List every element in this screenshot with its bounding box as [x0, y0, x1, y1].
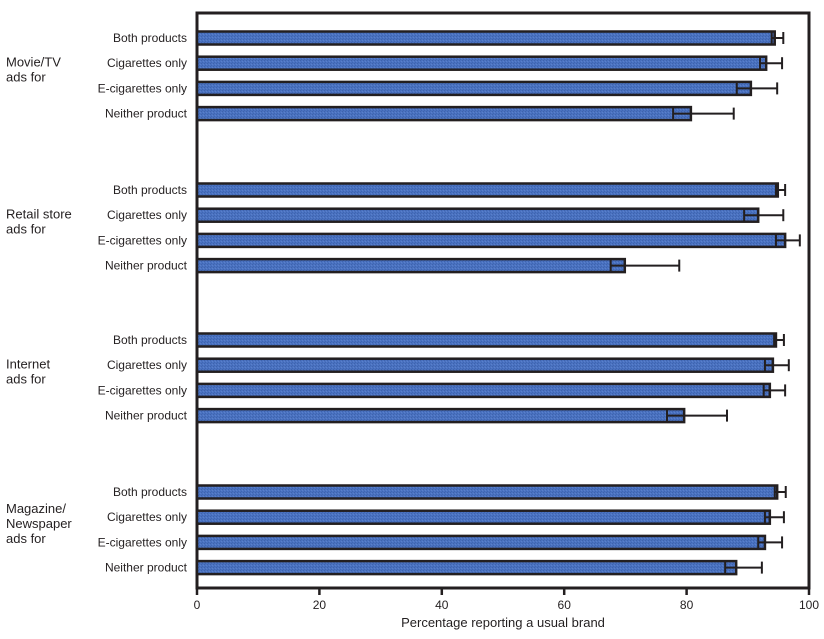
bar [195, 30, 776, 46]
bar-group [195, 30, 785, 122]
bar [195, 257, 627, 274]
category-label: Cigarettes only [107, 358, 187, 372]
group-label-line: ads for [6, 531, 46, 546]
bar [195, 55, 768, 71]
bar [195, 559, 738, 576]
plot-border [195, 11, 811, 590]
group-label: Retail store ads for [6, 206, 72, 236]
x-axis: 0 20 40 60 80 100 [194, 588, 819, 612]
x-tick-label: 20 [313, 598, 327, 612]
group-label-line: Retail store [6, 206, 72, 221]
group-label-line: Magazine/ [6, 501, 66, 516]
bar [195, 232, 787, 249]
bar [195, 182, 780, 198]
category-labels: Both products Cigarettes only E-cigarettes… [98, 31, 188, 575]
bar [195, 407, 686, 424]
bar-group [195, 182, 801, 274]
bar-group [195, 332, 790, 424]
x-tick-label: 80 [680, 598, 694, 612]
category-label: Both products [113, 31, 187, 45]
category-label: E-cigarettes only [98, 233, 187, 247]
category-label: Neither product [105, 259, 188, 273]
bar-group [195, 484, 787, 576]
x-tick-label: 0 [194, 598, 201, 612]
group-label-line: ads for [6, 221, 46, 236]
bar-chart: Both products Cigarettes only E-cigarettes… [6, 11, 819, 630]
x-tick-label: 40 [435, 598, 449, 612]
plot-frame [195, 11, 811, 590]
bar [195, 332, 778, 348]
group-label-line: Movie/TV [6, 54, 61, 69]
category-label: Neither product [105, 107, 188, 121]
bar [195, 207, 760, 223]
category-label: Both products [113, 183, 187, 197]
group-label: Movie/TV ads for [6, 54, 61, 84]
category-label: Cigarettes only [107, 56, 187, 70]
bar [195, 534, 767, 551]
group-label: Magazine/Newspaper ads for [6, 501, 72, 546]
group-label-line: ads for [6, 371, 46, 386]
x-tick-label: 100 [799, 598, 819, 612]
bar [195, 357, 775, 373]
bar [195, 484, 779, 500]
category-label: E-cigarettes only [98, 81, 187, 95]
category-label: Cigarettes only [107, 208, 187, 222]
bar [195, 105, 693, 122]
category-label: Both products [113, 333, 187, 347]
category-label: E-cigarettes only [98, 535, 187, 549]
bars-layer [195, 30, 801, 576]
x-tick-label: 60 [558, 598, 572, 612]
category-label: Cigarettes only [107, 510, 187, 524]
category-label: Neither product [105, 409, 188, 423]
category-label: Neither product [105, 561, 188, 575]
bar [195, 80, 753, 97]
group-label-line: ads for [6, 69, 46, 84]
bar [195, 509, 772, 525]
group-label: Internet ads for [6, 356, 50, 386]
group-label-line: Newspaper [6, 516, 72, 531]
bar [195, 382, 772, 399]
x-axis-title: Percentage reporting a usual brand [401, 615, 605, 630]
group-label-line: Internet [6, 356, 50, 371]
category-label: E-cigarettes only [98, 383, 187, 397]
group-labels: Movie/TV ads forRetail store ads forIntern… [6, 54, 72, 546]
category-label: Both products [113, 485, 187, 499]
